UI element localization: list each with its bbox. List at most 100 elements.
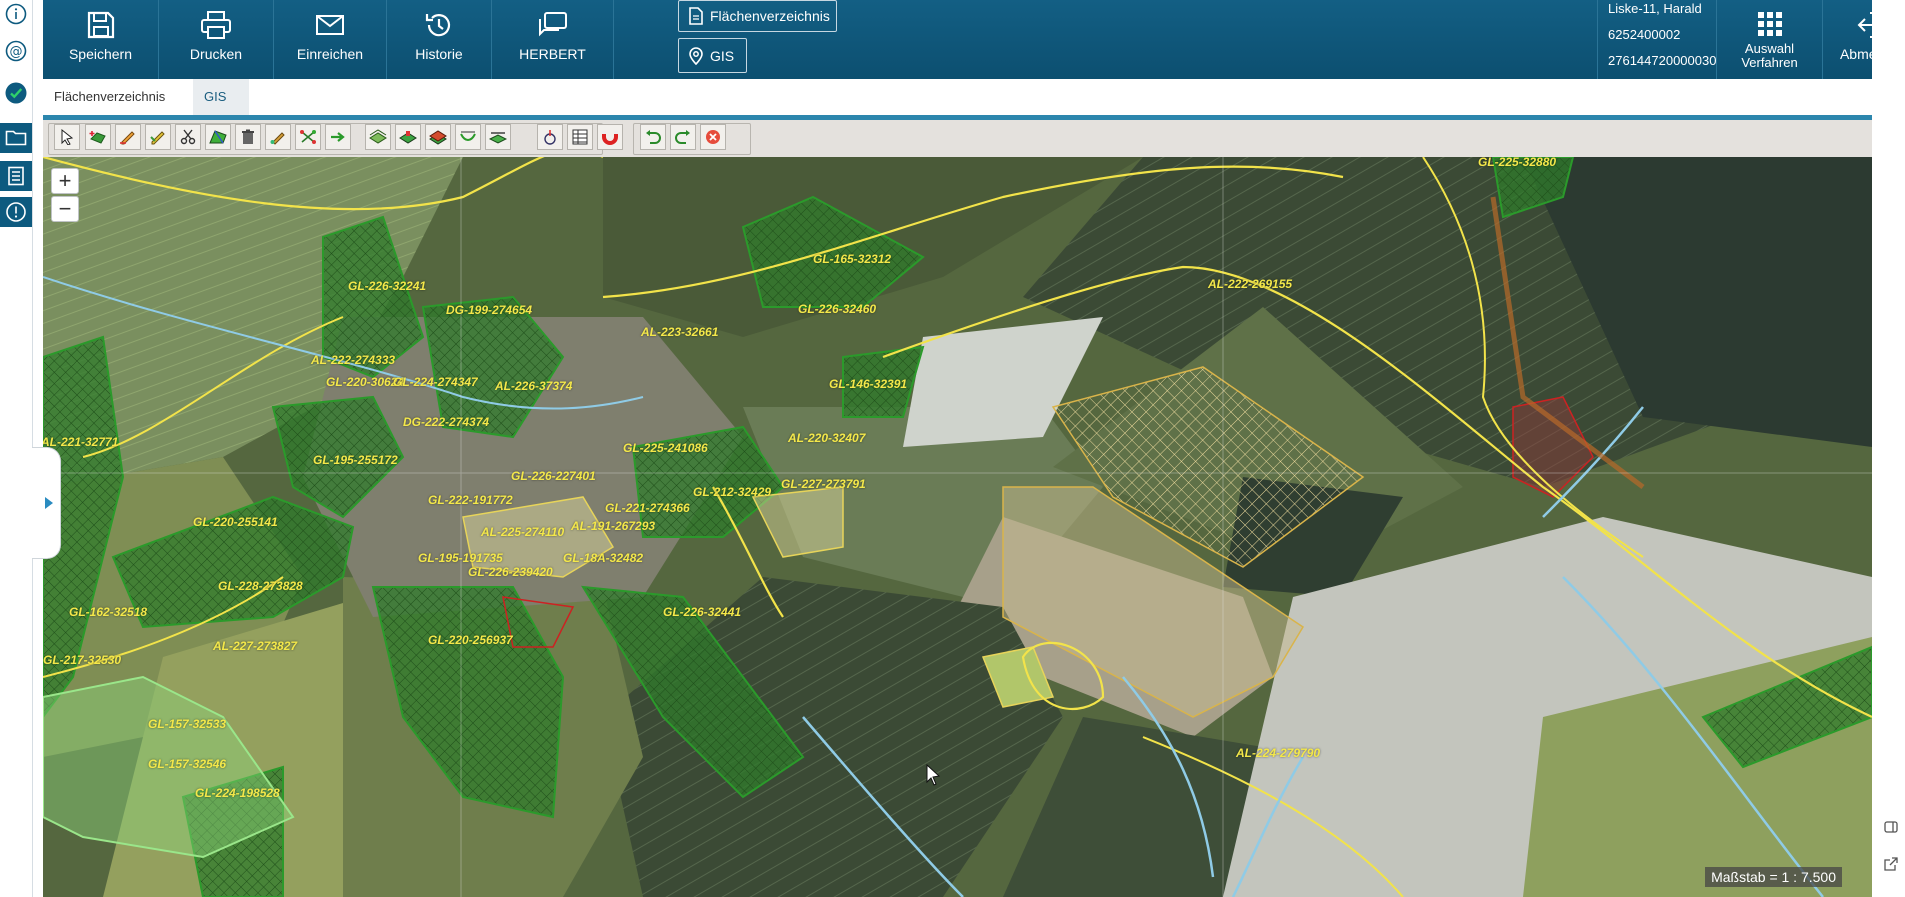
triangle-right-icon (45, 497, 53, 509)
table-tool[interactable] (567, 124, 593, 150)
draw-tool[interactable] (115, 124, 141, 150)
select-tool[interactable] (54, 124, 80, 150)
auswahl-label: Auswahl Verfahren (1741, 41, 1798, 70)
magnet-icon (602, 131, 618, 145)
parcel-label: GL-162-32518 (69, 605, 148, 619)
cancel-button[interactable] (700, 124, 726, 150)
magnet-tool[interactable] (597, 124, 623, 150)
herbert-button[interactable]: HERBERT (492, 0, 614, 79)
layer-tool-5[interactable] (485, 124, 511, 150)
save-button[interactable]: Speichern (43, 0, 159, 79)
layer-icon (369, 129, 387, 144)
delete-tool[interactable] (235, 124, 261, 150)
tab-flaechenverzeichnis[interactable]: Flächenverzeichnis (43, 79, 176, 115)
parcel-label: AL-223-32661 (641, 325, 719, 339)
gis-button[interactable]: GIS (678, 38, 747, 73)
print-button[interactable]: Drucken (159, 0, 274, 79)
parcel-label: GL-195-191735 (418, 551, 503, 565)
map-pin-icon (689, 46, 703, 65)
layer-tool-4[interactable] (455, 124, 481, 150)
pencil-icon (120, 131, 135, 145)
map-toolbar (43, 120, 1872, 158)
parcel-label: AL-227-273827 (213, 639, 298, 653)
check-icon[interactable] (3, 80, 29, 106)
parcel-label: GL-228-273828 (218, 579, 303, 593)
submit-label: Einreichen (296, 46, 364, 62)
scissors-icon (180, 129, 196, 145)
merge-tool[interactable] (205, 124, 231, 150)
gis-label: GIS (710, 47, 735, 64)
user-name: Liske-11, Harald (1608, 1, 1702, 16)
flaechenverzeichnis-button[interactable]: Flächenverzeichnis (678, 0, 837, 32)
undo-button[interactable] (640, 124, 666, 150)
zoom-out-button[interactable]: − (51, 196, 79, 222)
parcel-label: GL-157-32533 (148, 717, 227, 731)
parcel-label: AL-221-32771 (43, 435, 119, 449)
folder-icon[interactable] (0, 123, 32, 153)
info-icon[interactable] (3, 1, 29, 27)
arrow-right-icon (331, 132, 345, 142)
grid-icon (1757, 12, 1782, 36)
parcel-label: GL-220-256937 (428, 633, 513, 647)
measure-tool[interactable] (537, 124, 563, 150)
move-tool[interactable] (325, 124, 351, 150)
layer-stack-icon (429, 130, 447, 145)
curve-icon (460, 131, 476, 141)
at-icon[interactable]: @ (3, 38, 29, 64)
layer-tool-1[interactable] (365, 124, 391, 150)
cursor-icon (61, 129, 74, 145)
aerial-image (43, 157, 1872, 897)
add-parcel-tool[interactable] (85, 124, 111, 150)
parcel-label: AL-222-269155 (1208, 277, 1293, 291)
table-icon (572, 129, 588, 145)
user-info: Liske-11, Harald 6252400002 276144720000… (1597, 0, 1717, 79)
layer-tool-3[interactable] (425, 124, 451, 150)
parcel-label: GL-225-32880 (1478, 157, 1557, 169)
layer-red-icon (399, 131, 417, 144)
user-id1: 6252400002 (1608, 27, 1681, 42)
parcel-label: GL-227-273791 (781, 477, 866, 491)
redo-button[interactable] (670, 124, 696, 150)
parcel-label: AL-222-274333 (311, 353, 396, 367)
alert-icon[interactable] (0, 197, 32, 227)
parcel-label: GL-226-32460 (798, 302, 877, 316)
user-id2: 276144720000030 (1608, 53, 1717, 68)
cancel-icon (706, 130, 720, 144)
submit-button[interactable]: Einreichen (274, 0, 387, 79)
trash-icon (242, 129, 254, 144)
measure-icon (544, 130, 556, 145)
cut-tool[interactable] (175, 124, 201, 150)
herbert-label: HERBERT (519, 46, 586, 62)
layer-tool-2[interactable] (395, 124, 421, 150)
flaechenverzeichnis-label: Flächenverzeichnis (710, 8, 830, 24)
document-icon (689, 7, 703, 25)
svg-text:@: @ (10, 45, 23, 60)
map-canvas[interactable]: + − GL-165-32312 GL-226-32460 AL-222-26915… (43, 157, 1872, 897)
snap-tool[interactable] (295, 124, 321, 150)
history-label: Historie (415, 46, 463, 62)
merge-shape-icon (209, 130, 227, 144)
right-sidebar (1872, 0, 1905, 897)
parcel-label: GL-222-191772 (428, 493, 513, 507)
panel-toggle-icon[interactable] (1884, 820, 1898, 834)
tab-gis[interactable]: GIS (193, 79, 249, 115)
parcel-label: GL-165-32312 (813, 252, 892, 266)
chat-icon (538, 12, 567, 37)
document-list-icon[interactable] (0, 161, 32, 191)
history-button[interactable]: Historie (387, 0, 492, 79)
parcel-label: AL-226-37374 (495, 379, 573, 393)
zoom-in-button[interactable]: + (51, 168, 79, 194)
panel-expand-handle[interactable] (32, 447, 61, 559)
parcel-label: AL-225-274110 (481, 525, 565, 539)
print-label: Drucken (189, 46, 243, 62)
external-link-icon[interactable] (1884, 857, 1898, 871)
paint-tool[interactable] (265, 124, 291, 150)
parcel-label: GL-157-32546 (148, 757, 227, 771)
undo-icon (646, 130, 661, 144)
parcel-label: GL-224-198528 (195, 786, 280, 800)
edit-vertex-tool[interactable] (145, 124, 171, 150)
parcel-label: GL-226-32241 (348, 279, 427, 293)
parcel-label: GL-221-274366 (605, 501, 690, 515)
auswahl-verfahren-button[interactable]: Auswahl Verfahren (1717, 0, 1823, 79)
save-label: Speichern (68, 46, 133, 62)
